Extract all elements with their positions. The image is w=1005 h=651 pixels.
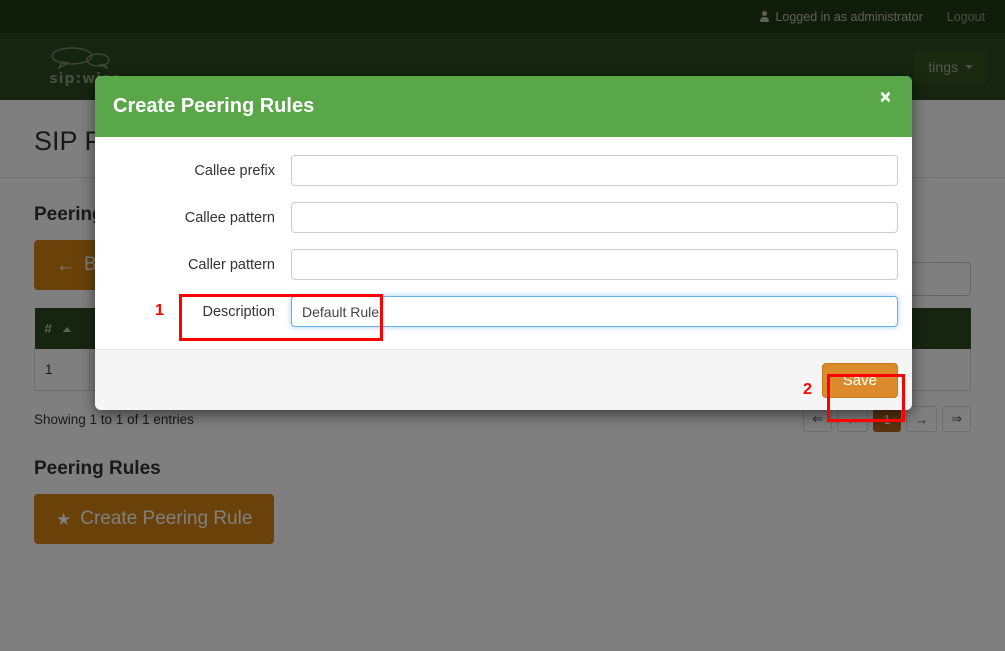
callee-prefix-label: Callee prefix — [194, 162, 275, 179]
close-icon[interactable]: × — [874, 87, 897, 108]
callee-prefix-input[interactable] — [291, 155, 898, 186]
caller-pattern-input[interactable] — [291, 249, 898, 280]
description-row: Description — [95, 296, 912, 327]
caller-pattern-label: Caller pattern — [187, 256, 275, 273]
caller-pattern-row: Caller pattern — [95, 249, 912, 280]
annotation-number-1: 1 — [155, 302, 164, 319]
description-input[interactable] — [291, 296, 898, 327]
callee-prefix-row: Callee prefix — [95, 155, 912, 186]
modal-footer: Save — [95, 349, 912, 410]
modal-body: Callee prefix Callee pattern Caller patt… — [95, 137, 912, 349]
create-peering-rules-dialog: Create Peering Rules × Callee prefix Cal… — [95, 76, 912, 410]
save-button[interactable]: Save — [821, 362, 898, 398]
callee-pattern-label: Callee pattern — [184, 209, 275, 226]
modal-title: Create Peering Rules — [113, 95, 315, 117]
callee-pattern-input[interactable] — [291, 202, 898, 233]
modal-header: Create Peering Rules × — [95, 76, 912, 137]
callee-pattern-row: Callee pattern — [95, 202, 912, 233]
annotation-number-2: 2 — [803, 381, 812, 398]
description-label: Description — [202, 303, 275, 320]
